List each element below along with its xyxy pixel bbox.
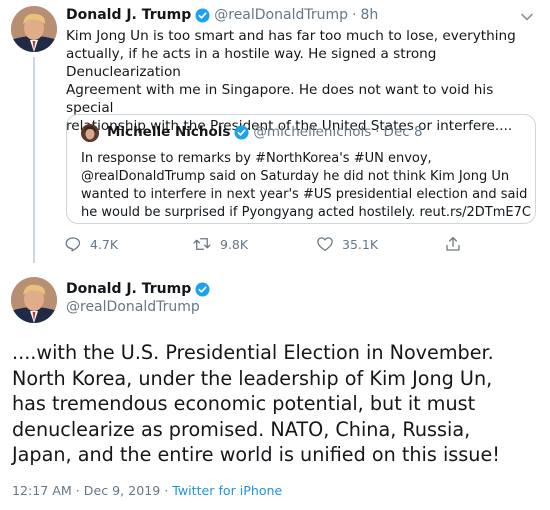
quote-author-handle: @michellenichols [253,124,372,140]
separator: · [375,124,380,140]
retweet-icon [193,238,211,250]
quote-avatar [81,124,99,142]
separator: · [352,7,357,23]
verified-badge-icon [234,124,249,140]
author-name[interactable]: Donald J. Trump [66,7,191,23]
avatar[interactable] [11,6,57,52]
retweet-count: 9.8K [220,236,249,252]
tweet-time[interactable]: 8h [360,7,378,23]
quote-line: wanted to interfere in next year's #US p… [81,187,528,202]
verified-badge-icon [195,7,210,23]
quote-line: @realDonaldTrump said on Saturday he did… [81,169,510,184]
retweet-button[interactable]: 9.8K [192,235,248,253]
tweet-body: ....with the U.S. Presidential Election … [12,340,542,468]
timestamp[interactable]: 12:17 AM · Dec 9, 2019 · [12,483,172,498]
author-handle[interactable]: @realDonaldTrump [214,7,348,23]
quote-body: In response to remarks by #NorthKorea's … [81,150,531,222]
tweet-line: ....with the U.S. Presidential Election … [12,341,494,364]
quote-time: Dec 8 [383,124,423,140]
like-count: 35.1K [342,236,379,252]
tweet-line: Japan, and the entire world is unified o… [12,443,500,466]
quote-header: Michelle Nichols @michellenichols · Dec … [107,124,423,140]
tweet-header: Donald J. Trump @realDonaldTrump · 8h [66,7,378,23]
quote-line: he would be surprised if Pyongyang acted… [81,205,531,220]
source-link[interactable]: Twitter for iPhone [172,483,282,498]
like-button[interactable]: 35.1K [316,235,378,253]
thread-line [33,57,35,263]
reply-button[interactable]: 4.7K [64,235,118,253]
avatar[interactable] [11,277,57,323]
tweet-line: denuclearize as promised. NATO, China, R… [12,417,471,441]
share-button[interactable] [444,235,470,253]
quote-author-name: Michelle Nichols [107,124,231,140]
verified-badge-icon [195,281,210,297]
reply-count: 4.7K [90,236,119,252]
share-icon [446,236,460,251]
chevron-down-icon[interactable] [520,10,534,24]
author-name[interactable]: Donald J. Trump [66,281,191,297]
like-icon [317,237,333,252]
author-handle[interactable]: @realDonaldTrump [66,299,200,315]
tweet-line: Agreement with me in Singapore. He does … [66,82,494,116]
tweet-actions: 4.7K 9.8K 35.1K [64,235,484,257]
tweet-line: actually, if he acts in a hostile way. H… [66,46,437,80]
tweet-line: has tremendous economic potential, but i… [12,392,476,415]
quoted-tweet[interactable]: Michelle Nichols @michellenichols · Dec … [66,114,536,224]
tweet-header: Donald J. Trump [66,281,214,297]
tweet-line: Kim Jong Un is too smart and has far too… [66,28,516,44]
reply-icon [65,237,81,252]
tweet-metadata: 12:17 AM · Dec 9, 2019 · Twitter for iPh… [12,483,282,498]
quote-line: In response to remarks by #NorthKorea's … [81,151,432,166]
tweet-line: North Korea, under the leadership of Kim… [12,366,493,390]
